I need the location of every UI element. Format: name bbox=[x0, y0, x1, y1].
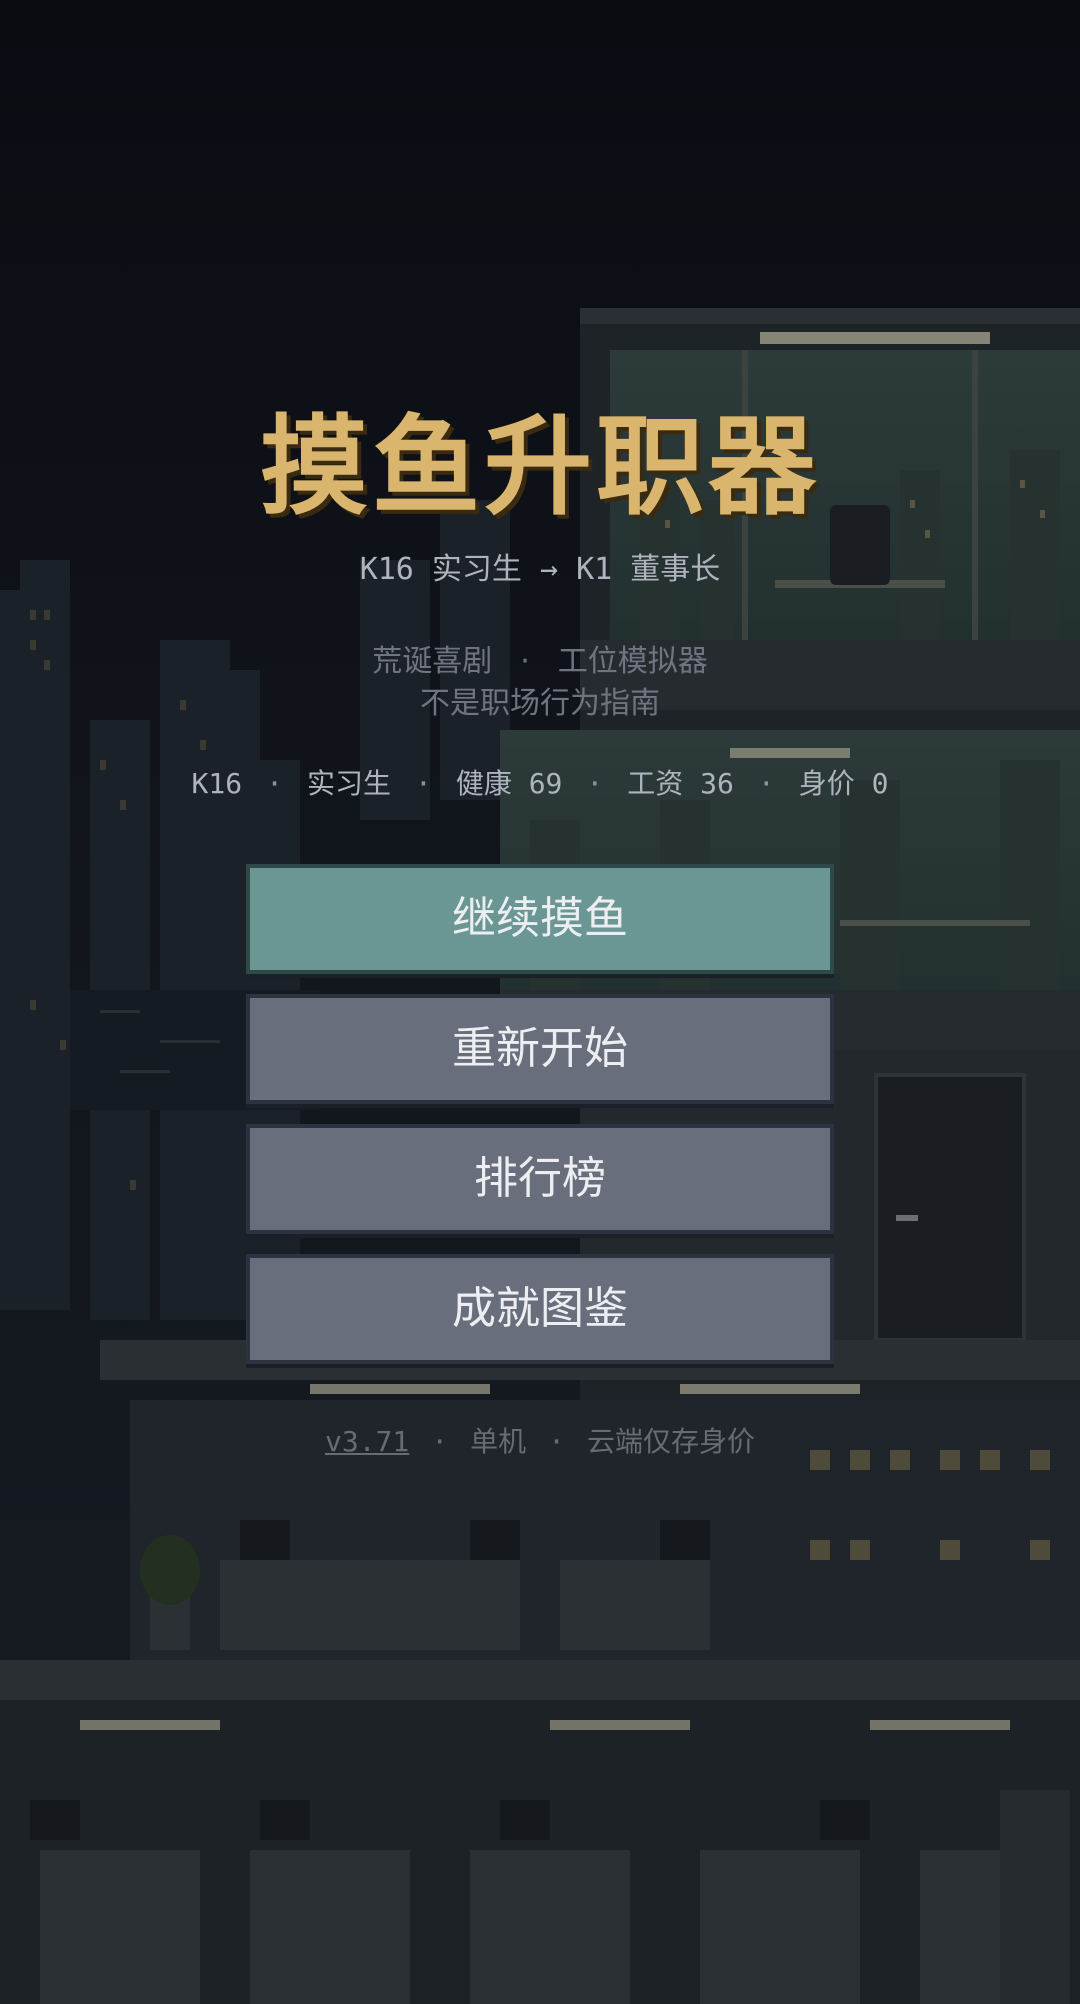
tagline-disclaimer: 不是职场行为指南 bbox=[420, 686, 660, 721]
stat-role: 实习生 bbox=[306, 767, 391, 800]
stat-level: K16 bbox=[191, 767, 243, 800]
footer: v3.71 · 单机 · 云端仅存身价 bbox=[0, 1420, 1080, 1460]
tagline: 荒诞喜剧 · 工位模拟器 bbox=[0, 636, 1080, 680]
leaderboard-button[interactable]: 排行榜 bbox=[246, 1124, 834, 1234]
stat-worth-label: 身价 bbox=[798, 767, 855, 800]
continue-button[interactable]: 继续摸鱼 bbox=[246, 864, 834, 974]
tagline-simulator: 工位模拟器 bbox=[557, 644, 708, 679]
main-menu: 继续摸鱼 重新开始 排行榜 成就图鉴 bbox=[246, 864, 834, 1384]
stat-worth-value: 0 bbox=[871, 767, 889, 800]
cloud-save-note: 云端仅存身价 bbox=[587, 1425, 756, 1458]
tagline-comedy: 荒诞喜剧 bbox=[372, 644, 493, 679]
footer-separator: · bbox=[548, 1425, 565, 1458]
tagline-separator: · bbox=[520, 644, 530, 679]
restart-button[interactable]: 重新开始 bbox=[246, 994, 834, 1104]
stat-health-value: 69 bbox=[528, 767, 563, 800]
stat-separator: · bbox=[757, 767, 775, 800]
player-stats: K16 · 实习生 · 健康 69 · 工资 36 · 身价 0 bbox=[0, 762, 1080, 802]
stat-separator: · bbox=[586, 767, 604, 800]
offline-mode-label: 单机 bbox=[470, 1425, 527, 1458]
stat-separator: · bbox=[414, 767, 432, 800]
stat-salary-label: 工资 bbox=[627, 767, 684, 800]
version-link[interactable]: v3.71 bbox=[325, 1425, 409, 1458]
stat-health-label: 健康 bbox=[455, 767, 512, 800]
achievements-button[interactable]: 成就图鉴 bbox=[246, 1254, 834, 1364]
game-title: 摸鱼升职器 bbox=[259, 405, 820, 530]
footer-separator: · bbox=[431, 1425, 449, 1458]
stat-separator: · bbox=[266, 767, 283, 800]
stat-salary-value: 36 bbox=[700, 767, 734, 800]
game-subtitle: K16 实习生 → K1 董事长 bbox=[359, 552, 721, 587]
